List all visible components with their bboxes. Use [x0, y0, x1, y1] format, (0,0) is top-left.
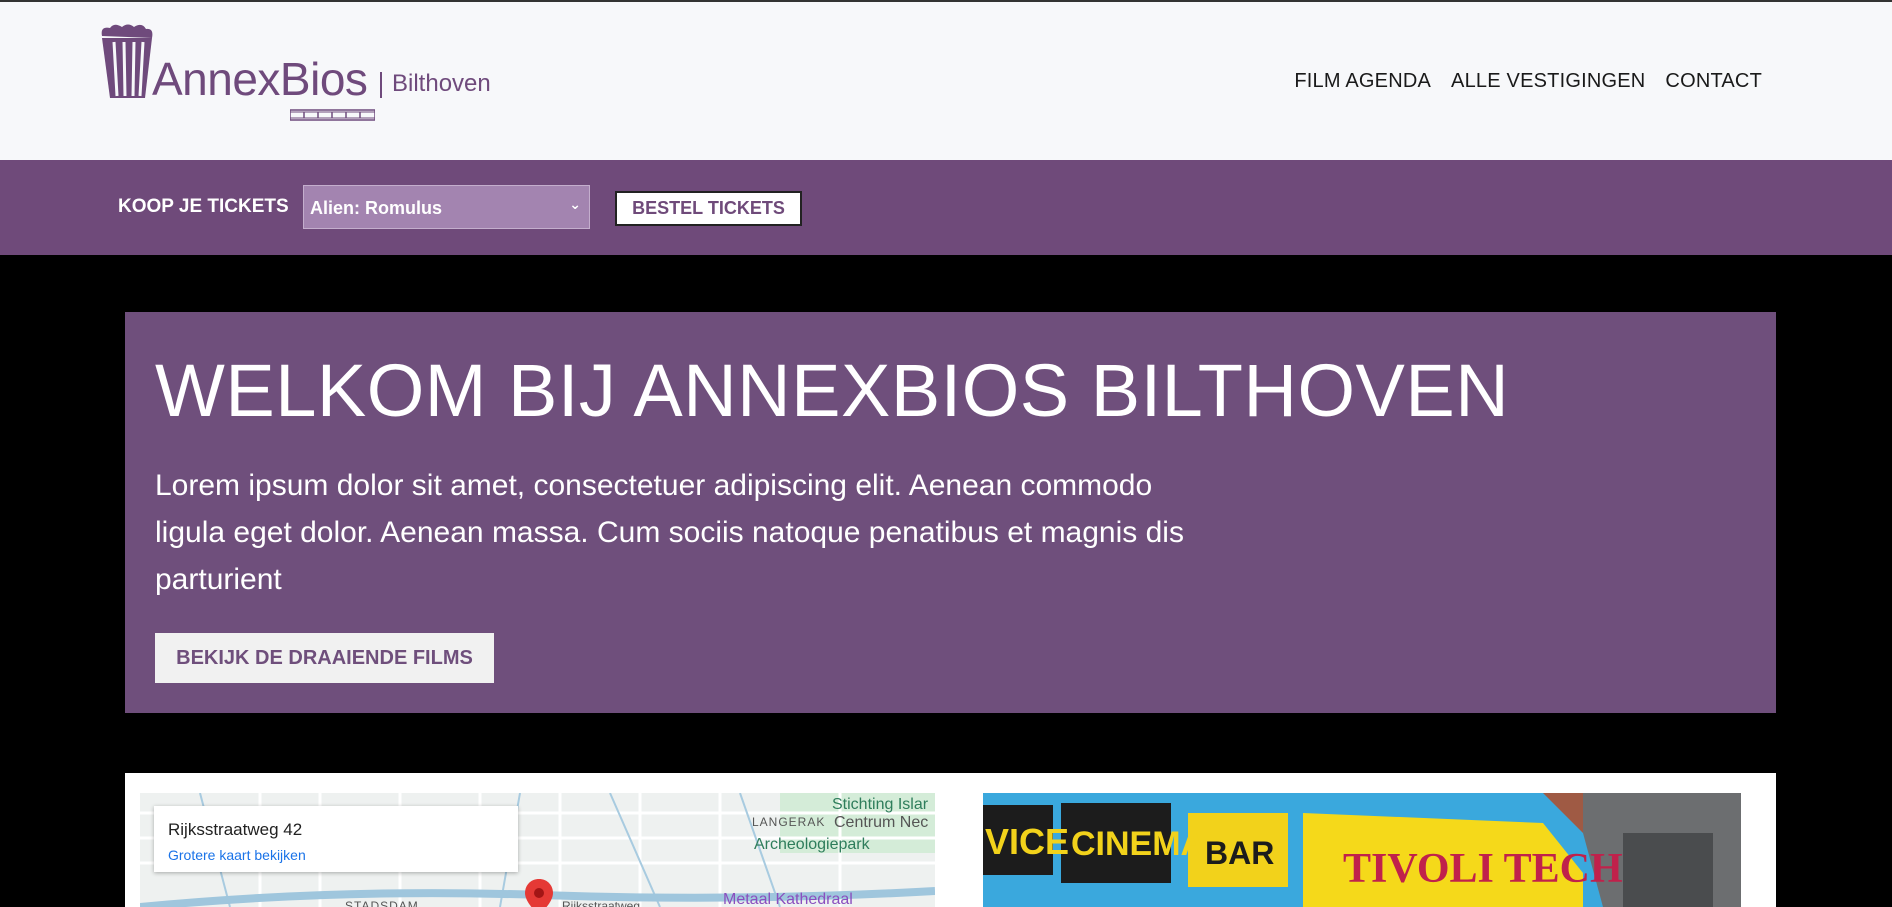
film-select[interactable]: Alien: Romulus ⌄	[303, 185, 590, 229]
map-label-archeologiepark: Archeologiepark	[754, 836, 870, 853]
view-films-button[interactable]: BEKIJK DE DRAAIENDE FILMS	[155, 633, 494, 683]
location-marker-icon	[525, 879, 553, 907]
photo-sign-tivoli: TIVOLI TECH	[1343, 846, 1623, 892]
map-label-centrum: Centrum Nec	[834, 814, 929, 831]
photo-sign-cinema: CINEMA	[1071, 825, 1206, 863]
ticket-bar: KOOP JE TICKETS Alien: Romulus ⌄ BESTEL …	[0, 160, 1892, 255]
main-nav: FILM AGENDA ALLE VESTIGINGEN CONTACT	[1294, 70, 1762, 93]
site-header: AnnexBios Bilthoven FILM AGENDA ALLE VES…	[0, 2, 1892, 160]
ticket-bar-label: KOOP JE TICKETS	[118, 196, 289, 217]
hero-banner: WELKOM BIJ ANNEXBIOS BILTHOVEN Lorem ips…	[125, 312, 1776, 713]
map-label-stichting: Stichting Islar	[832, 796, 929, 813]
photo-sign-vice: VICE	[985, 821, 1070, 862]
nav-contact[interactable]: CONTACT	[1665, 70, 1762, 93]
cinema-photo: VICE CINEMA BAR TIVOLI TECH	[983, 793, 1741, 907]
larger-map-link[interactable]: Grotere kaart bekijken	[168, 847, 306, 863]
popcorn-cup-icon	[101, 24, 153, 98]
location-name: Bilthoven	[392, 70, 491, 97]
nav-alle-vestigingen[interactable]: ALLE VESTIGINGEN	[1451, 70, 1645, 93]
map-address: Rijksstraatweg 42	[168, 820, 303, 839]
map-label-stadsdam: STADSDAM	[345, 899, 419, 907]
location-map[interactable]: Stichting Islar Centrum Nec LANGERAK Arc…	[140, 793, 935, 907]
order-tickets-button[interactable]: BESTEL TICKETS	[615, 191, 802, 226]
chevron-down-icon: ⌄	[569, 196, 581, 212]
map-label-metaal: Metaal Kathedraal	[723, 891, 853, 907]
logo-separator	[380, 72, 382, 98]
address-card: Rijksstraatweg 42 Grotere kaart bekijken	[154, 806, 518, 872]
photo-sign-bar: BAR	[1205, 835, 1275, 871]
film-select-value: Alien: Romulus	[310, 198, 443, 218]
hero-text: Lorem ipsum dolor sit amet, consectetuer…	[155, 469, 1184, 596]
nav-film-agenda[interactable]: FILM AGENDA	[1294, 70, 1431, 93]
logo[interactable]: AnnexBios Bilthoven	[98, 24, 518, 124]
brand-name: AnnexBios	[152, 53, 368, 105]
hero-title: WELKOM BIJ ANNEXBIOS BILTHOVEN	[155, 349, 1510, 432]
map-label-langerak: LANGERAK	[752, 815, 826, 829]
film-strip-icon	[290, 109, 375, 121]
map-label-street: Rijksstraatweg	[562, 899, 641, 907]
